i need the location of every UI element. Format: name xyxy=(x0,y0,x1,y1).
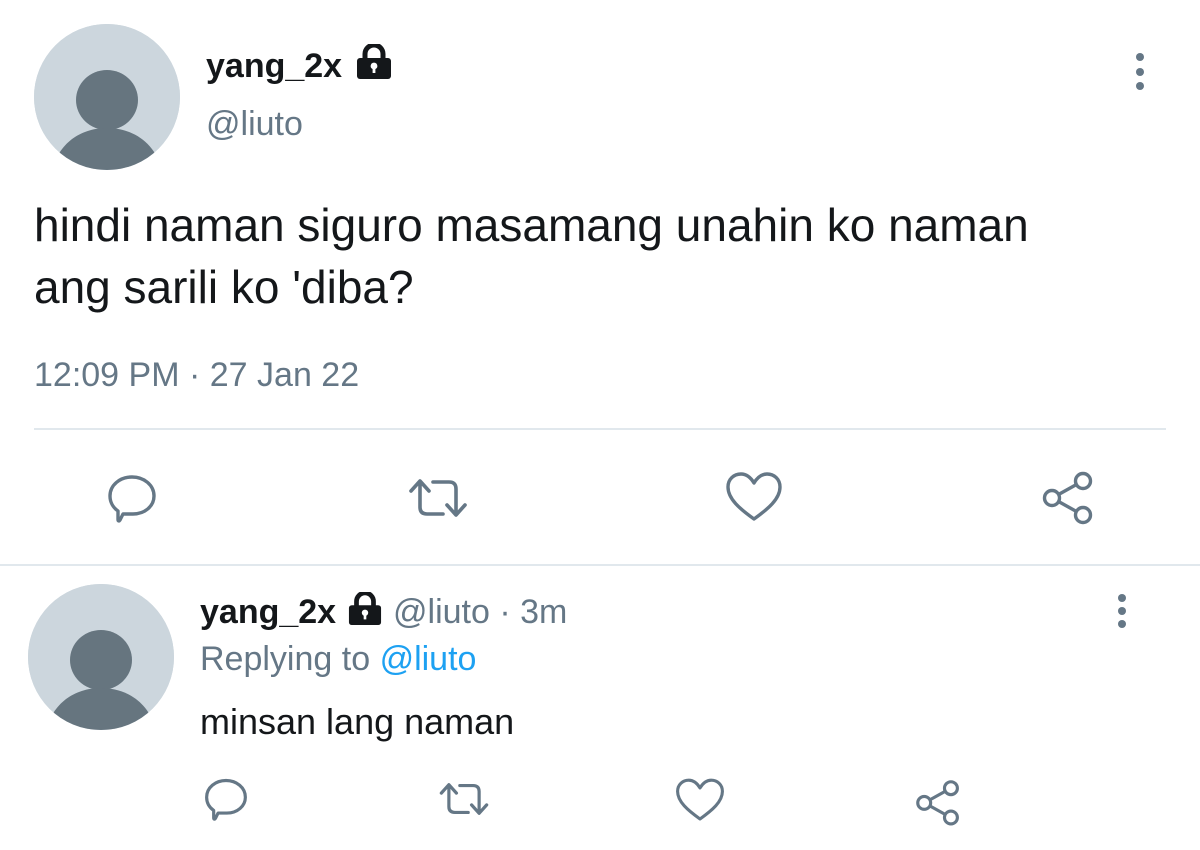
retweet-arrows-icon xyxy=(409,479,467,517)
replying-to-label: Replying to xyxy=(200,640,371,678)
reply-like-button[interactable] xyxy=(672,774,728,826)
reply-handle[interactable]: @liuto xyxy=(393,593,490,631)
retweet-button[interactable] xyxy=(406,468,470,528)
author-display-name[interactable]: yang_2x xyxy=(206,42,394,89)
reply-retweet-button[interactable] xyxy=(434,774,494,824)
heart-icon xyxy=(726,472,782,521)
heart-icon xyxy=(676,778,724,821)
tweet-text-line: hindi naman siguro masamang unahin ko na… xyxy=(34,199,1029,251)
tweet-time: 12:09 PM xyxy=(34,356,180,394)
default-avatar-icon xyxy=(28,584,174,730)
reply-share-button[interactable] xyxy=(910,774,966,830)
lock-icon xyxy=(354,42,394,89)
reply-reply-button[interactable] xyxy=(198,774,254,824)
share-nodes-icon xyxy=(1042,471,1093,525)
thread-divider xyxy=(0,564,1200,566)
author-avatar[interactable] xyxy=(34,24,180,170)
speech-bubble-icon xyxy=(108,475,156,523)
reply-author-avatar[interactable] xyxy=(28,584,174,730)
tweet-date: 27 Jan 22 xyxy=(209,356,360,394)
speech-bubble-icon xyxy=(205,778,247,821)
reply-separator: · xyxy=(499,593,511,631)
tweet-timestamp[interactable]: 12:09 PM · 27 Jan 22 xyxy=(34,354,359,396)
default-avatar-icon xyxy=(34,24,180,170)
reply-button[interactable] xyxy=(100,468,164,528)
timestamp-separator: · xyxy=(188,356,201,394)
tweet-divider xyxy=(34,428,1166,430)
reply-more-options-icon[interactable] xyxy=(1116,594,1128,628)
share-button[interactable] xyxy=(1036,466,1100,528)
more-options-icon[interactable] xyxy=(1134,53,1146,90)
tweet-text: hindi naman siguro masamang unahin ko na… xyxy=(34,194,1029,318)
lock-icon xyxy=(346,590,384,635)
share-nodes-icon xyxy=(916,780,959,826)
replying-to-handle[interactable]: @liuto xyxy=(380,640,477,678)
retweet-arrows-icon xyxy=(439,783,489,815)
reply-text: minsan lang naman xyxy=(200,701,515,742)
tweet-text-line: ang sarili ko 'diba? xyxy=(34,261,414,313)
reply-header: yang_2x @liuto · 3m xyxy=(200,590,567,635)
reply-display-name[interactable]: yang_2x xyxy=(200,593,336,631)
like-button[interactable] xyxy=(722,466,786,528)
reply-age[interactable]: 3m xyxy=(520,593,567,631)
display-name-text: yang_2x xyxy=(206,47,343,85)
replying-to: Replying to @liuto xyxy=(200,639,476,679)
author-handle[interactable]: @liuto xyxy=(206,104,303,144)
